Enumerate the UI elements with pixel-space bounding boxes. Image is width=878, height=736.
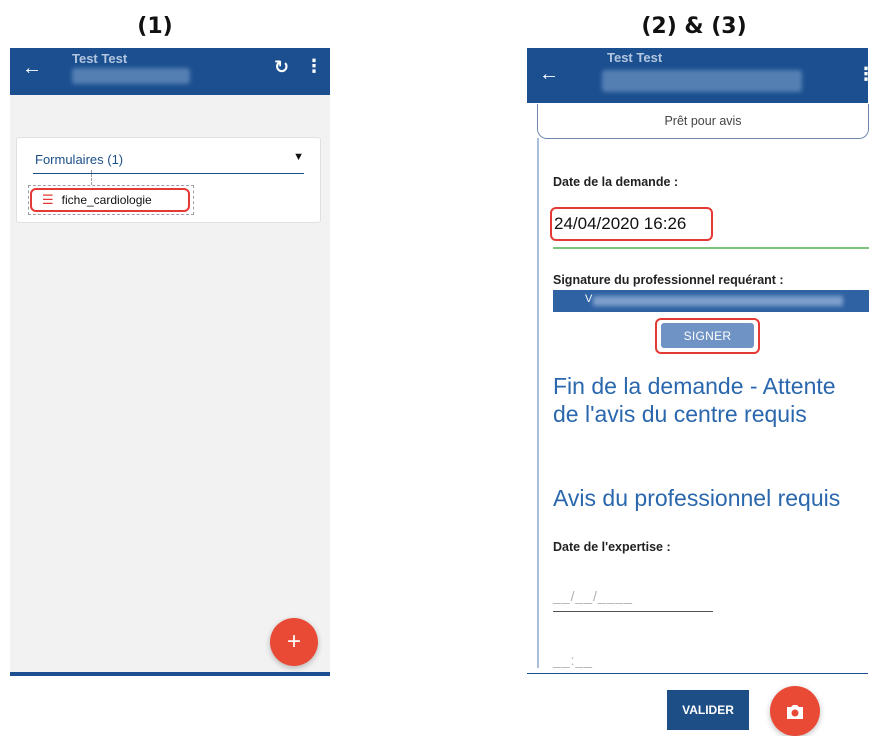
date-demande-label: Date de la demande : bbox=[553, 175, 679, 189]
app-bar-2: ← Test Test ⋮ bbox=[527, 48, 875, 103]
date-field-underline bbox=[553, 247, 869, 249]
back-arrow-icon[interactable]: ← bbox=[22, 58, 42, 78]
app-bar: ← Test Test ↻ ⋮ bbox=[10, 48, 330, 95]
heading-fin-line2: de l'avis du centre requis bbox=[553, 401, 807, 427]
valider-button[interactable]: VALIDER bbox=[667, 690, 749, 730]
form-item-label: fiche_cardiologie bbox=[61, 193, 152, 207]
list-icon: ☰ bbox=[42, 192, 54, 207]
date-expertise-input[interactable]: __/__/____ bbox=[553, 588, 633, 604]
bottom-bar-divider bbox=[527, 673, 868, 674]
date-expertise-underline bbox=[553, 611, 713, 612]
blurred-subtitle bbox=[72, 68, 190, 84]
app-title: Test Test bbox=[72, 51, 128, 66]
dropdown-caret-icon[interactable]: ▼ bbox=[293, 151, 304, 163]
heading-avis: Avis du professionnel requis bbox=[553, 485, 841, 511]
signer-button-highlight: SIGNER bbox=[655, 318, 760, 354]
more-vert-icon[interactable]: ⋮ bbox=[305, 56, 323, 77]
add-fab-button[interactable]: + bbox=[270, 618, 318, 666]
date-expertise-label: Date de l'expertise : bbox=[553, 540, 671, 554]
date-demande-field[interactable]: 24/04/2020 16:26 bbox=[550, 207, 713, 241]
app-title-2: Test Test bbox=[607, 50, 663, 65]
blurred-subtitle-2 bbox=[602, 70, 802, 92]
signature-field: V bbox=[553, 290, 869, 312]
camera-icon bbox=[787, 704, 803, 719]
status-badge: Prêt pour avis bbox=[537, 104, 869, 139]
signer-button[interactable]: SIGNER bbox=[661, 323, 754, 348]
panel-caption-2-3: (2) & (3) bbox=[641, 14, 747, 39]
section-left-rule bbox=[537, 138, 539, 668]
signature-blur bbox=[593, 296, 843, 306]
back-arrow-icon[interactable]: ← bbox=[539, 64, 559, 84]
more-vert-icon[interactable]: ⋮ bbox=[857, 64, 875, 85]
form-item-fiche-cardiologie[interactable]: ☰ fiche_cardiologie bbox=[30, 188, 190, 212]
camera-fab-button[interactable] bbox=[770, 686, 820, 736]
forms-card-title[interactable]: Formulaires (1) bbox=[35, 152, 123, 167]
forms-card: Formulaires (1) ▼ ☰ fiche_cardiologie bbox=[16, 137, 321, 223]
bottom-nav-bar bbox=[10, 672, 330, 676]
signature-initial: V bbox=[585, 293, 593, 305]
time-expertise-input[interactable]: __:__ bbox=[553, 652, 593, 668]
forms-card-underline bbox=[33, 173, 304, 174]
refresh-icon[interactable]: ↻ bbox=[274, 57, 289, 78]
panel-caption-1: (1) bbox=[137, 14, 173, 39]
signature-label: Signature du professionnel requérant : bbox=[553, 273, 784, 287]
heading-fin-line1: Fin de la demande - Attente bbox=[553, 373, 836, 399]
highlight-dash-connector bbox=[91, 170, 92, 185]
